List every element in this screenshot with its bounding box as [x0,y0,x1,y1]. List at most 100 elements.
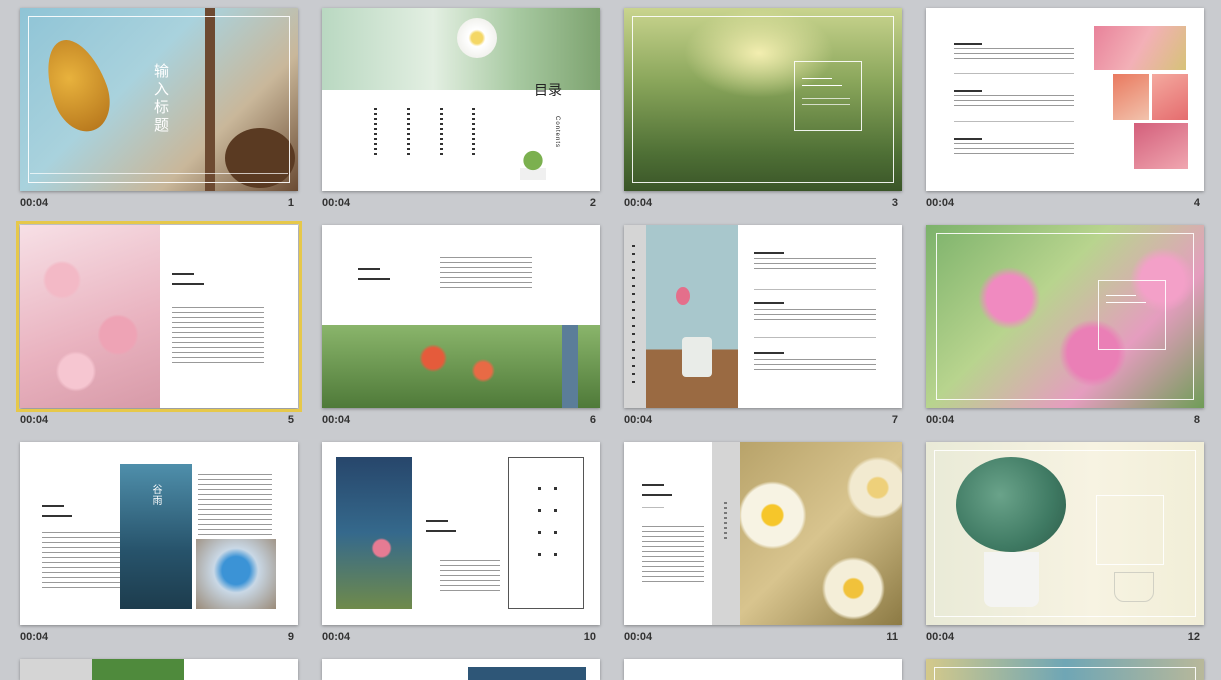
tulip-image-2 [1113,74,1149,120]
slide-7-canvas[interactable] [624,225,902,408]
slide-7-divider-2 [754,337,876,338]
blue-jar-image [196,539,276,609]
slide-thumbnail-1[interactable]: 输入标题 00:04 1 [20,8,298,223]
paragraph-2 [954,95,1074,109]
tulip-image-3 [1152,74,1188,120]
paragraph-3 [954,143,1074,157]
slide-thumbnail-6[interactable]: 00:04 6 [322,225,600,440]
slide-time: 00:04 [926,414,955,426]
slide-number: 6 [589,414,596,426]
toc-title: 目录 [534,82,562,98]
slide-thumbnail-11[interactable]: 00:04 11 [624,442,902,657]
slide-9-paragraph [42,532,124,588]
slide-time: 00:04 [624,197,653,209]
tulip-image-4 [1134,123,1188,169]
slide-time: 00:04 [20,414,49,426]
slide-11-canvas[interactable] [624,442,902,625]
slide-8-title-box [1098,280,1166,350]
slide-thumbnail-13-partial[interactable] [20,659,298,680]
slide-1-bottom-rule [30,173,288,174]
slide-number: 1 [287,197,294,209]
slide-thumbnail-3[interactable]: 00:04 3 [624,8,902,223]
slide-number: 10 [583,631,596,643]
slide-14-photo [468,667,586,680]
slide-thumbnail-10[interactable]: 00:04 10 [322,442,600,657]
slide-5-canvas[interactable] [16,221,302,412]
slide-thumbnail-7[interactable]: 00:04 7 [624,225,902,440]
toc-item-1 [374,108,377,158]
slide-7-divider-1 [754,289,876,290]
slide-thumbnail-2[interactable]: 目录 Contents 00:04 2 [322,8,600,223]
slide-time: 00:04 [322,631,351,643]
divider-2 [954,121,1074,122]
slide-2-canvas[interactable]: 目录 Contents [322,8,600,191]
slide-number: 9 [287,631,294,643]
slide-8-title-line-2 [1106,302,1146,303]
slide-thumbnail-5[interactable]: 00:04 5 [16,221,302,440]
slide-8-canvas[interactable] [926,225,1204,408]
slide-13-gray-band [20,659,92,680]
orchid-image [336,457,412,609]
slide-thumbnail-8[interactable]: 00:04 8 [926,225,1204,440]
slide-9-canvas[interactable]: 谷雨 [20,442,298,625]
heading-3 [954,138,982,140]
slide-6-paragraph [440,257,532,289]
slide-7-heading-1 [754,252,784,254]
slide-time: 00:04 [322,197,351,209]
toc-item-4 [472,108,475,158]
slide-9-side-paragraph [198,474,272,536]
potted-plant-image [520,150,546,180]
vase [682,337,712,377]
garden-flowers-image [322,325,600,408]
slide-4-canvas[interactable] [926,8,1204,191]
toc-item-3 [440,108,443,158]
slide-13-photo [92,659,184,680]
slide-7-heading-2 [754,302,784,304]
slide-thumbnail-12[interactable]: 00:04 12 [926,442,1204,657]
heading-1 [954,43,982,45]
rain-poster-title: 谷雨 [150,484,161,506]
slide-12-canvas[interactable] [926,442,1204,625]
slide-1-canvas[interactable]: 输入标题 [20,8,298,191]
slide-5-paragraph [172,307,264,367]
tulip-bloom [676,287,690,305]
slide-sorter-grid: 输入标题 00:04 1 目录 Contents 00:04 2 00:04 3… [0,0,1221,680]
slide-6-canvas[interactable] [322,225,600,408]
slide-thumbnail-14-partial[interactable] [322,659,600,680]
slide-thumbnail-15-partial[interactable] [624,659,902,680]
toc-subtitle: Contents [554,116,560,149]
slide-3-title-box [794,61,862,131]
slide-time: 00:04 [624,631,653,643]
slide-7-vertical-label [632,245,635,385]
slide-8-title-line-1 [1106,295,1136,296]
slide-3-canvas[interactable] [624,8,902,191]
slide-thumbnail-9[interactable]: 谷雨 00:04 9 [20,442,298,657]
slide-time: 00:04 [624,414,653,426]
slide-12-title-box [1096,495,1164,565]
tulip-image-1 [1094,26,1186,70]
slide-time: 00:04 [20,631,49,643]
slide-9-heading-2 [42,515,72,517]
slide-thumbnail-16-partial[interactable] [926,659,1204,680]
slide-7-paragraph-1 [754,258,876,272]
title-line-1 [802,78,832,79]
fence-image [562,325,578,408]
slide-10-canvas[interactable] [322,442,600,625]
slide-11-heading-1 [642,484,664,486]
slide-7-side-band [624,225,646,408]
slide-number: 7 [891,414,898,426]
slide-5-heading-1 [172,273,194,275]
slide-time: 00:04 [322,414,351,426]
slide-number: 4 [1193,197,1200,209]
cherry-blossom-image [20,225,160,408]
slide-time: 00:04 [20,197,49,209]
slide-11-vertical-label [724,502,727,542]
slide-6-heading-2 [358,278,390,280]
slide-7-paragraph-3 [754,359,876,373]
title-line-3 [802,98,850,99]
slide-time: 00:04 [926,197,955,209]
daisy-image [740,442,902,625]
divider-1 [954,73,1074,74]
slide-16-frame [934,667,1196,680]
slide-thumbnail-4[interactable]: 00:04 4 [926,8,1204,223]
